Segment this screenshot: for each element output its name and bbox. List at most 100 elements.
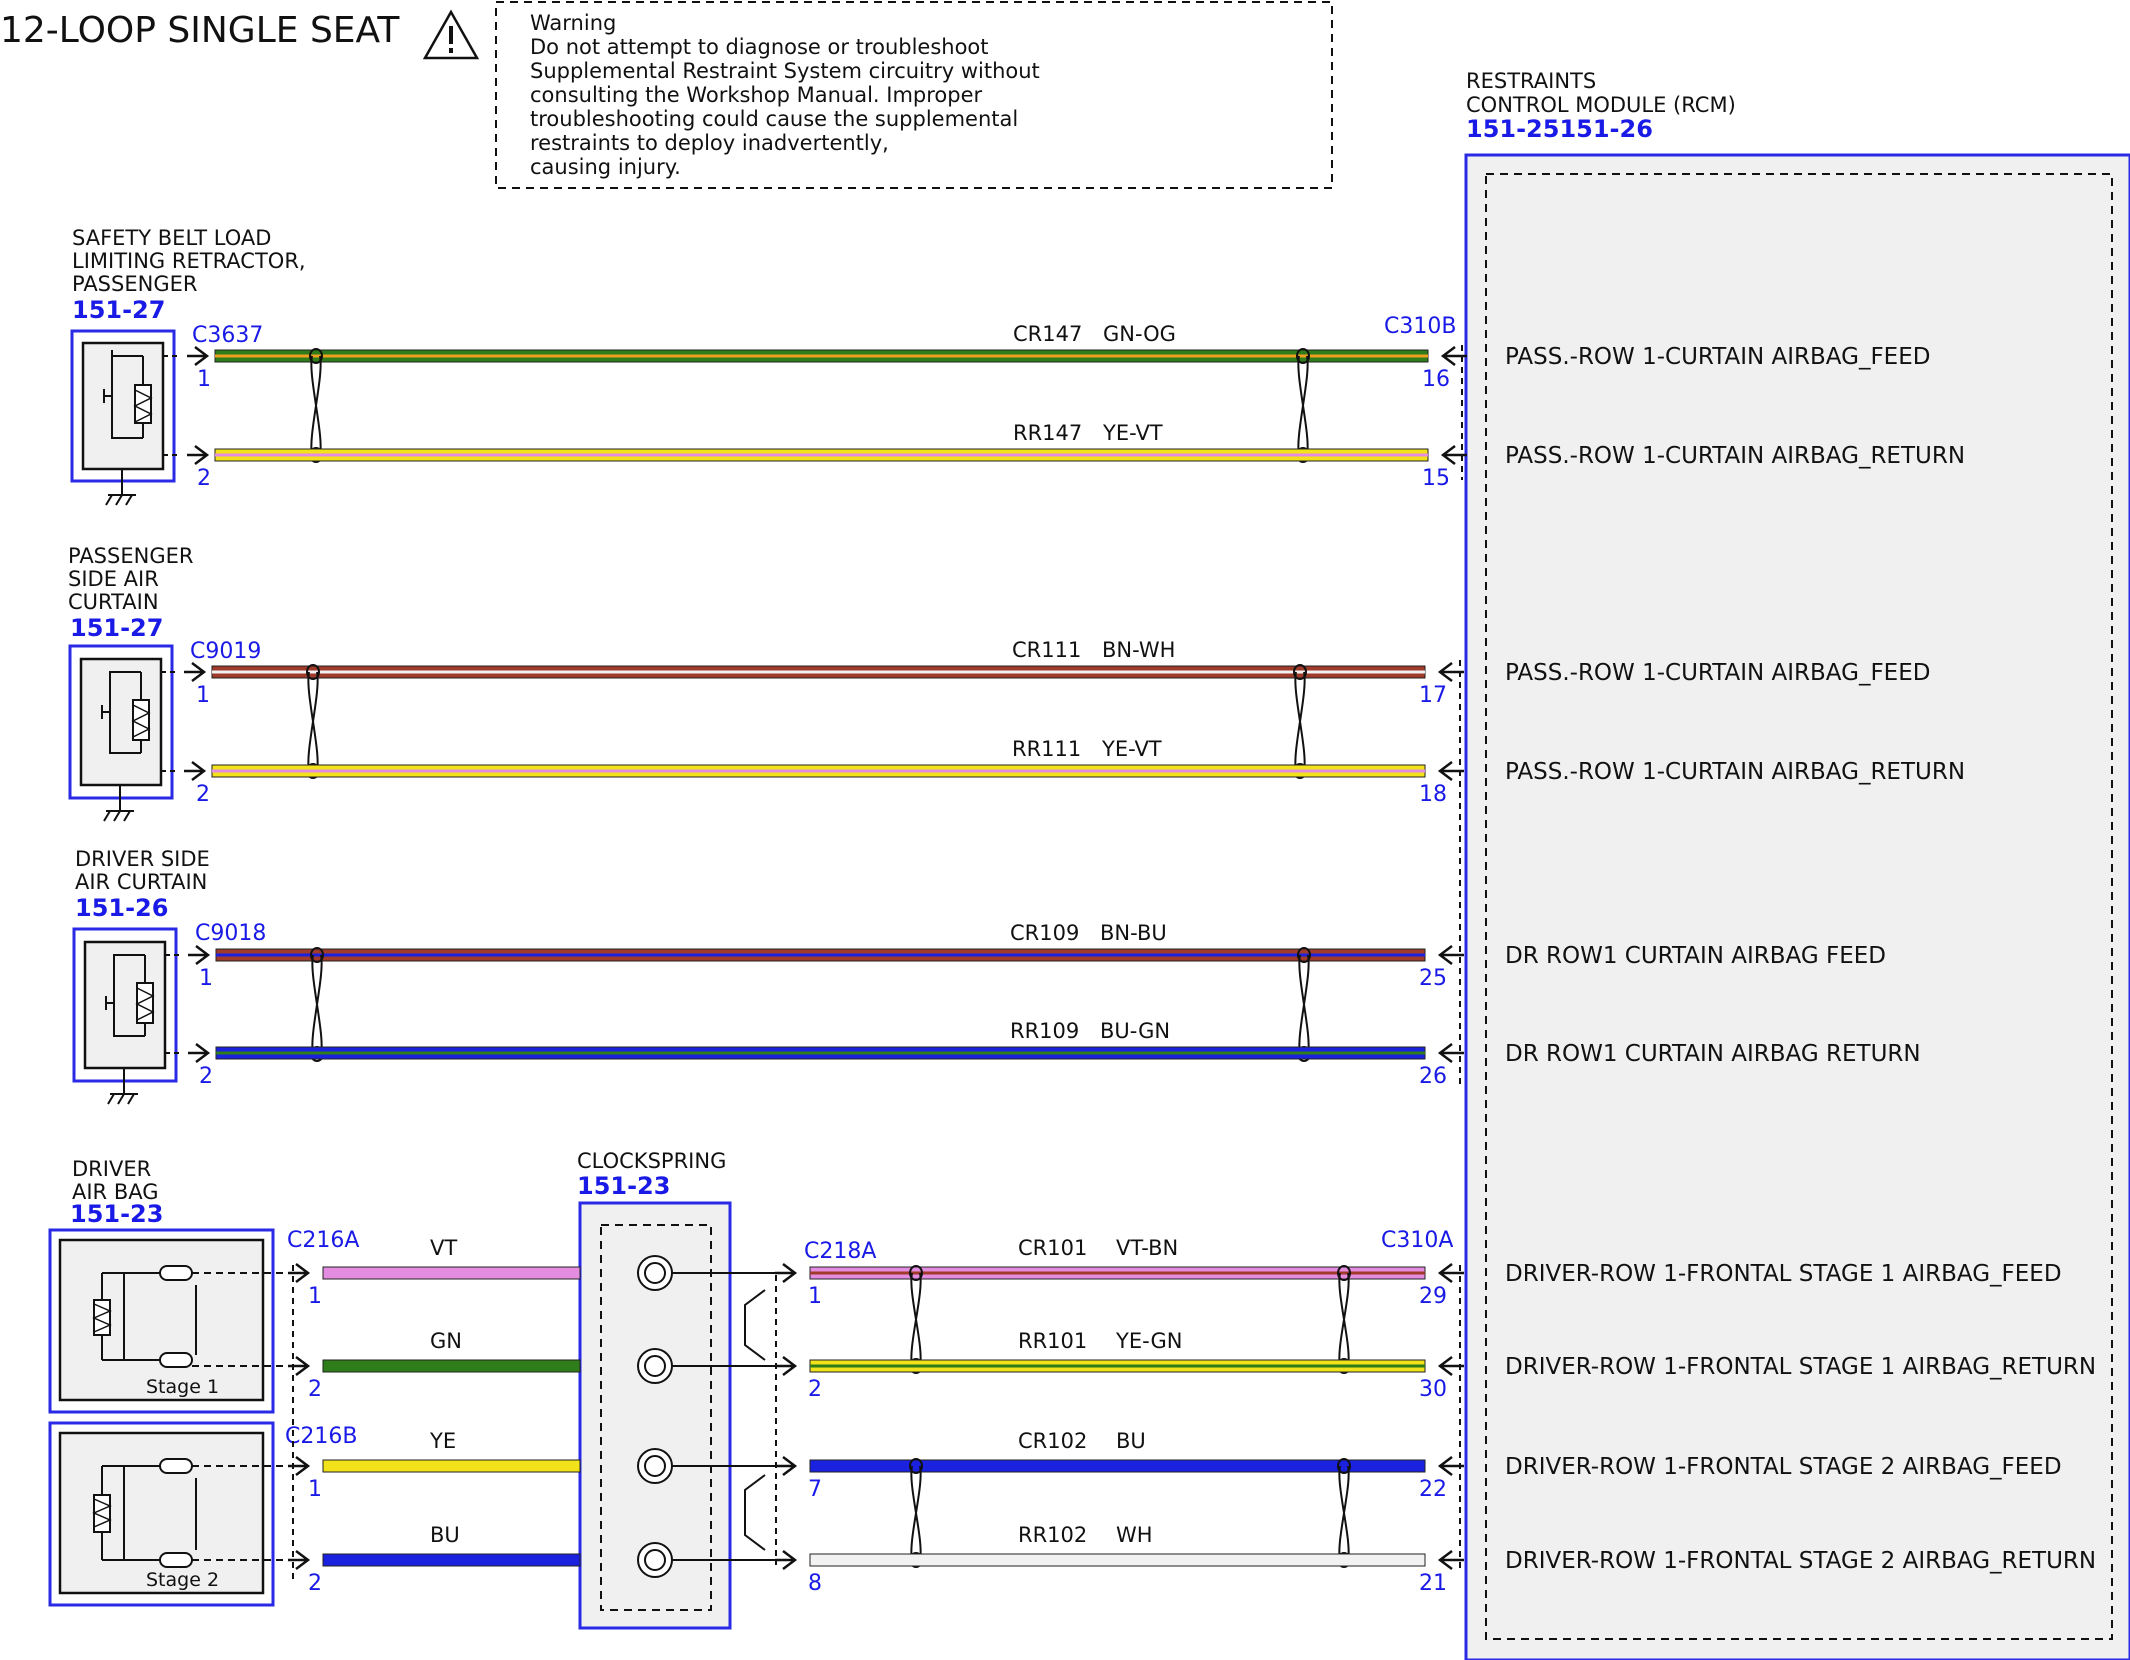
pin-number: 1 [808,1284,822,1309]
wire-color-code: YE-GN [1115,1329,1182,1353]
twisted-pair-icon [311,954,323,1055]
connector-arrow-icon [184,761,207,781]
pin-number: 1 [308,1284,322,1309]
wire-cr109 [215,948,1426,962]
connector-arrow-icon [288,1550,311,1570]
rcm-connector-c310a: C310A [1381,1228,1453,1253]
warning-line: troubleshooting could cause the suppleme… [530,107,1018,131]
rcm-signal-label: DRIVER-ROW 1-FRONTAL STAGE 2 AIRBAG_RETU… [1505,1548,2096,1574]
driver-airbag-ref: 151-23 [70,1200,163,1228]
twisted-pair-icon [1294,671,1306,772]
connector-arrow-icon [187,346,210,366]
wire-color-code: BU-GN [1100,1019,1170,1043]
pin-number: 22 [1419,1477,1447,1502]
wire-color-code: GN [430,1329,462,1353]
rcm-signal-label: DRIVER-ROW 1-FRONTAL STAGE 1 AIRBAG_RETU… [1505,1354,2096,1380]
connector-arrow-icon [184,662,207,682]
pin-number: 2 [308,1571,322,1596]
pin-number: 1 [199,966,213,991]
wire-rr101 [809,1359,1426,1373]
pin-number: 8 [808,1571,822,1596]
component-name-line: PASSENGER [72,272,197,296]
connector-arrow-icon [775,1456,798,1476]
component-name-line: PASSENGER [68,544,193,568]
pin-number: 16 [1422,367,1450,392]
pin-number: 26 [1419,1064,1447,1089]
pin-number: 2 [308,1377,322,1402]
connector-arrow-icon [188,945,211,965]
pin-number: 21 [1419,1571,1447,1596]
pin-number: 2 [199,1064,213,1089]
pin-number: 1 [308,1477,322,1502]
component-name-line: AIR CURTAIN [75,870,207,894]
component-connector: C3637 [192,323,263,348]
wire-color-code: WH [1116,1523,1153,1547]
twisted-pair-icon [307,671,319,772]
rcm-signal-label: DRIVER-ROW 1-FRONTAL STAGE 1 AIRBAG_FEED [1505,1261,2062,1287]
wire-color-code: VT-BN [1116,1236,1178,1260]
circuit-id: RR109 [1010,1019,1079,1043]
clockspring-name: CLOCKSPRING [577,1149,726,1173]
connector-arrow-icon [187,445,210,465]
twisted-pair-icon [1338,1272,1350,1367]
wire-airbag-gn [322,1359,581,1373]
circuit-id: CR102 [1018,1429,1087,1453]
wire-airbag-bu [322,1553,581,1567]
wire-airbag-vt [322,1266,581,1280]
rcm-signal-label: DR ROW1 CURTAIN AIRBAG RETURN [1505,1041,1921,1067]
wire-color-code: BN-BU [1100,921,1167,945]
pin-number: 29 [1419,1284,1447,1309]
squib-component-icon [70,329,180,506]
connector-arrow-icon [1437,1356,1464,1376]
component-ref: 151-27 [72,296,165,324]
circuit-id: CR111 [1012,638,1081,662]
component-name-line: CURTAIN [68,590,159,614]
connector-arrow-icon [1437,1456,1464,1476]
connector-arrow-icon [1440,445,1467,465]
twisted-pair-icon [910,1465,922,1561]
connector-arrow-icon [775,1263,798,1283]
wire-rr109 [215,1046,1426,1060]
pin-number: 30 [1419,1377,1447,1402]
rcm-connector-c310b: C310B [1384,314,1456,339]
pin-number: 2 [196,782,210,807]
pin-number: 7 [808,1477,822,1502]
squib-component-icon [72,927,182,1105]
twisted-pair-icon [1297,355,1309,456]
component-name-line: DRIVER SIDE [75,847,210,871]
pin-number: 1 [196,683,210,708]
rcm-signal-label: PASS.-ROW 1-CURTAIN AIRBAG_RETURN [1505,759,1965,785]
connector-arrow-icon [188,1043,211,1063]
connector-arrow-icon [288,1456,311,1476]
wire-cr111 [211,665,1426,679]
component-connector: C9019 [190,639,261,664]
circuit-id: CR147 [1013,322,1082,346]
warning-line: Supplemental Restraint System circuitry … [530,59,1040,83]
rcm-signal-label: DRIVER-ROW 1-FRONTAL STAGE 2 AIRBAG_FEED [1505,1454,2062,1480]
component-ref: 151-26 [75,894,168,922]
twisted-pair-icon [1338,1465,1350,1561]
connector-arrow-icon [288,1356,311,1376]
wire-rr147 [214,448,1429,462]
pin-number: 2 [197,466,211,491]
wire-color-code: YE-VT [1101,737,1162,761]
warning-icon [422,9,480,60]
wire-airbag-ye [322,1459,581,1473]
circuit-id: RR102 [1018,1523,1087,1547]
driver-airbag-stage2-label: Stage 2 [146,1569,219,1591]
twisted-pair-icon [1298,954,1310,1055]
wire-color-code: BU [430,1523,460,1547]
wire-color-code: BU [1116,1429,1146,1453]
squib-component-icon [68,644,178,822]
pin-number: 15 [1422,466,1450,491]
driver-airbag-connector-1: C216A [287,1228,359,1253]
wire-cr102 [809,1459,1426,1473]
component-ref: 151-27 [70,614,163,642]
circuit-id: RR147 [1013,421,1082,445]
wiring-diagram: 12-LOOP SINGLE SEAT Warning Do not attem… [0,1,2130,1660]
circuit-id: RR101 [1018,1329,1087,1353]
wire-cr101 [809,1266,1426,1280]
wire-rr102 [809,1553,1426,1567]
component-connector: C9018 [195,921,266,946]
component-name-line: SAFETY BELT LOAD [72,226,271,250]
